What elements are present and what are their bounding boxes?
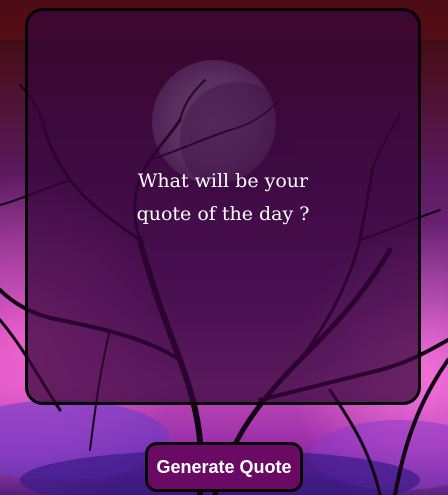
quote-card: What will be your quote of the day ?	[25, 8, 421, 405]
generate-quote-button[interactable]: Generate Quote	[145, 442, 303, 492]
quote-text: What will be your quote of the day ?	[136, 169, 310, 225]
